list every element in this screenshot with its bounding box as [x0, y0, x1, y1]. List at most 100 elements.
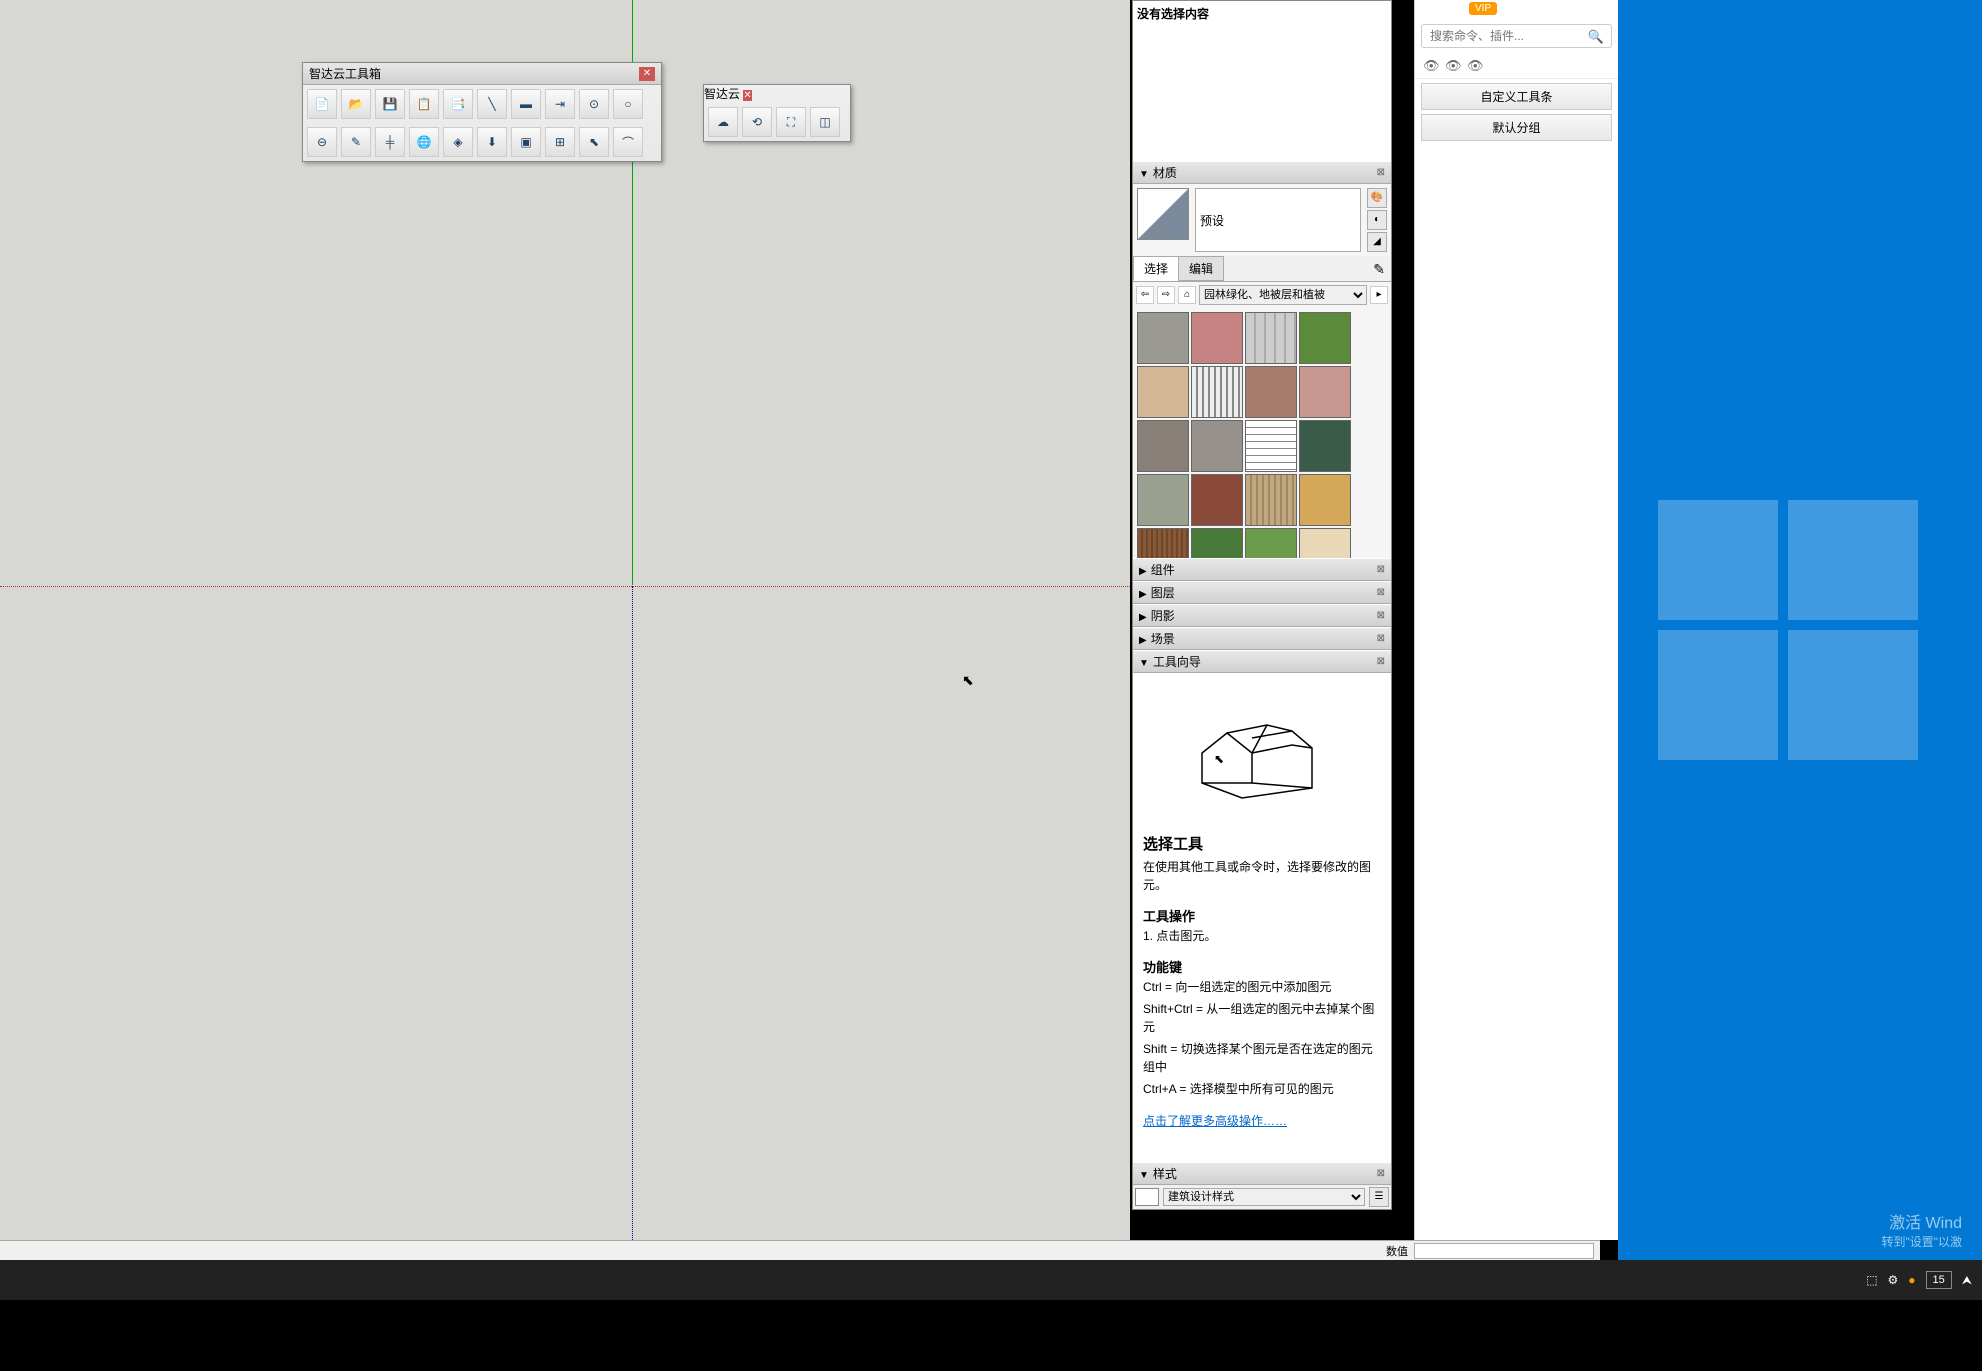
diamond-icon[interactable]: ◈ — [443, 127, 473, 157]
material-swatch[interactable] — [1299, 528, 1351, 558]
material-swatch[interactable] — [1299, 474, 1351, 526]
minus-circle-icon[interactable]: ⊖ — [307, 127, 337, 157]
line-icon[interactable]: ╲ — [477, 89, 507, 119]
custom-toolbar-button[interactable]: 自定义工具条 — [1421, 83, 1612, 110]
material-swatch[interactable] — [1299, 420, 1351, 472]
panel-close-icon[interactable]: ⊠ — [1377, 167, 1385, 178]
split-icon[interactable]: ⊞ — [545, 127, 575, 157]
material-swatch[interactable] — [1245, 474, 1297, 526]
cursor-icon: ⬉ — [962, 672, 974, 689]
panel-close-icon[interactable]: ⊠ — [1377, 633, 1385, 644]
arc-icon[interactable]: ⌒ — [613, 127, 643, 157]
material-swatch[interactable] — [1137, 528, 1189, 558]
toolbox-panel-1[interactable]: 智达云工具箱 ✕ 📄 📂 💾 📋 📑 ╲ ▬ ⇥ ⊙ ○ ⊖ ✎ ╪ 🌐 ◈ ⬇… — [302, 62, 662, 162]
material-display-icon[interactable]: 🎨 — [1367, 188, 1387, 208]
viewport[interactable]: ⬉ — [0, 0, 1130, 1240]
box-icon[interactable]: ◫ — [810, 107, 840, 137]
material-swatch[interactable] — [1137, 420, 1189, 472]
nav-home-icon[interactable]: ⌂ — [1178, 286, 1196, 304]
material-swatch[interactable] — [1191, 312, 1243, 364]
paste-icon[interactable]: 📑 — [443, 89, 473, 119]
materials-panel-header[interactable]: ▼材质 ⊠ — [1133, 161, 1391, 184]
material-swatch[interactable] — [1245, 312, 1297, 364]
material-swatch[interactable] — [1137, 366, 1189, 418]
material-name-input[interactable] — [1195, 188, 1361, 252]
style-menu-icon[interactable]: ☰ — [1369, 1187, 1389, 1207]
brush-icon[interactable]: ✎ — [341, 127, 371, 157]
rectangle-icon[interactable]: ▬ — [511, 89, 541, 119]
select-icon[interactable]: ⬉ — [579, 127, 609, 157]
windows-taskbar[interactable]: ⬚ ⚙ ● 15 ⮝ — [0, 1260, 1982, 1300]
material-create-icon[interactable]: ◐ — [1367, 210, 1387, 230]
pencil-icon[interactable]: ✎ — [1367, 258, 1391, 281]
instructor-panel-header[interactable]: ▼工具向导 ⊠ — [1133, 650, 1391, 673]
link-icon[interactable]: ⟲ — [742, 107, 772, 137]
open-folder-icon[interactable]: 📂 — [341, 89, 371, 119]
instructor-more-link[interactable]: 点击了解更多高级操作…… — [1143, 1114, 1287, 1128]
copy-icon[interactable]: 📋 — [409, 89, 439, 119]
material-swatch[interactable] — [1137, 312, 1189, 364]
material-swatch[interactable] — [1137, 474, 1189, 526]
panel-close-icon[interactable]: ⊠ — [1377, 610, 1385, 621]
toolbox2-titlebar[interactable]: 智达云 ✕ — [704, 85, 850, 103]
tray-globe-icon[interactable]: ● — [1908, 1273, 1915, 1287]
eye-alt-icon[interactable]: 👁 — [1467, 58, 1483, 74]
close-icon[interactable]: ✕ — [743, 90, 751, 101]
panel-close-icon[interactable]: ⊠ — [1377, 656, 1385, 667]
tray-counter[interactable]: 15 — [1926, 1271, 1952, 1289]
material-swatch[interactable] — [1191, 474, 1243, 526]
default-group-button[interactable]: 默认分组 — [1421, 114, 1612, 141]
eye-icon[interactable]: 👁 — [1423, 58, 1439, 74]
material-swatch[interactable] — [1245, 366, 1297, 418]
material-default-icon[interactable]: ◢ — [1367, 232, 1387, 252]
material-swatch[interactable] — [1299, 366, 1351, 418]
shadows-panel-header[interactable]: ▶阴影 ⊠ — [1133, 604, 1391, 627]
styles-panel-header[interactable]: ▼样式 ⊠ — [1133, 1162, 1391, 1185]
tray-arrow-icon[interactable]: ⮝ — [1962, 1273, 1972, 1288]
scenes-panel-header[interactable]: ▶场景 ⊠ — [1133, 627, 1391, 650]
material-swatch[interactable] — [1245, 420, 1297, 472]
panel-close-icon[interactable]: ⊠ — [1377, 564, 1385, 575]
close-icon[interactable]: ✕ — [639, 67, 655, 81]
search-icon[interactable]: 🔍 — [1588, 29, 1604, 45]
toolbox1-titlebar[interactable]: 智达云工具箱 ✕ — [303, 63, 661, 85]
nav-forward-icon[interactable]: ⇨ — [1157, 286, 1175, 304]
material-swatch[interactable] — [1245, 528, 1297, 558]
components-panel-header[interactable]: ▶组件 ⊠ — [1133, 558, 1391, 581]
download-icon[interactable]: ⬇ — [477, 127, 507, 157]
layers-panel-header[interactable]: ▶图层 ⊠ — [1133, 581, 1391, 604]
tab-edit[interactable]: 编辑 — [1178, 256, 1224, 281]
import-icon[interactable]: ⇥ — [545, 89, 575, 119]
windows-logo — [1658, 500, 1918, 760]
material-category-dropdown[interactable]: 园林绿化、地被层和植被 — [1199, 285, 1367, 305]
panel-close-icon[interactable]: ⊠ — [1377, 587, 1385, 598]
material-swatch[interactable] — [1191, 420, 1243, 472]
nav-menu-icon[interactable]: ▸ — [1370, 286, 1388, 304]
tab-select[interactable]: 选择 — [1133, 256, 1179, 281]
instructor-intro: 在使用其他工具或命令时，选择要修改的图元。 — [1143, 858, 1381, 894]
save-icon[interactable]: 💾 — [375, 89, 405, 119]
eye-off-icon[interactable]: 👁 — [1445, 58, 1461, 74]
fullscreen-icon[interactable]: ⛶ — [776, 107, 806, 137]
tray-icon[interactable]: ⚙ — [1888, 1273, 1899, 1287]
measurement-input[interactable] — [1414, 1243, 1594, 1259]
cube-icon[interactable]: ▣ — [511, 127, 541, 157]
material-swatch[interactable] — [1191, 366, 1243, 418]
new-file-icon[interactable]: 📄 — [307, 89, 337, 119]
material-current-preview[interactable] — [1137, 188, 1189, 240]
nav-back-icon[interactable]: ⇦ — [1136, 286, 1154, 304]
circle-icon[interactable]: ○ — [613, 89, 643, 119]
clock-icon[interactable]: ⊙ — [579, 89, 609, 119]
collapse-arrow-icon: ▼ — [1139, 169, 1149, 180]
material-swatch[interactable] — [1299, 312, 1351, 364]
plugin-search-input[interactable] — [1421, 24, 1612, 48]
toolbox-panel-2[interactable]: 智达云 ✕ ☁ ⟲ ⛶ ◫ — [703, 84, 851, 142]
cloud-icon[interactable]: ☁ — [708, 107, 738, 137]
styles-dropdown[interactable]: 建筑设计样式 — [1163, 1188, 1365, 1206]
grid-icon[interactable]: ╪ — [375, 127, 405, 157]
panel-close-icon[interactable]: ⊠ — [1377, 1168, 1385, 1179]
tray-icon[interactable]: ⬚ — [1866, 1273, 1877, 1287]
globe-icon[interactable]: 🌐 — [409, 127, 439, 157]
material-swatch[interactable] — [1191, 528, 1243, 558]
style-thumb[interactable] — [1135, 1188, 1159, 1206]
